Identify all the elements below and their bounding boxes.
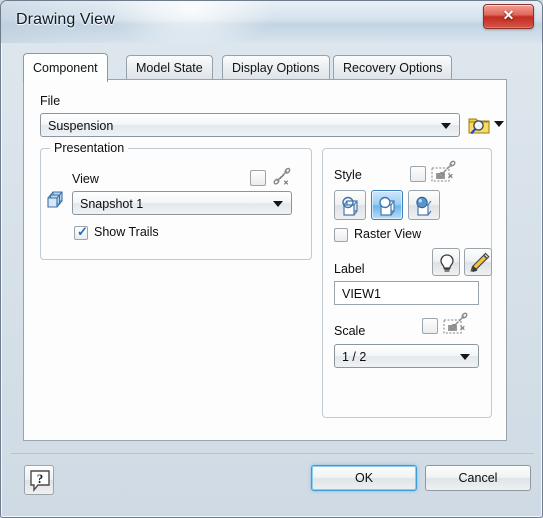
tab-recovery-options-label: Recovery Options [343,61,443,75]
folder-search-icon [468,118,490,135]
label-text-value: VIEW1 [342,287,381,301]
view-link-checkbox[interactable] [250,170,266,186]
title-bar: Drawing View ✕ [1,1,542,43]
cancel-button[interactable]: Cancel [425,465,531,491]
ok-button[interactable]: OK [311,465,417,491]
tab-model-state-label: Model State [136,61,203,75]
snapshot-combo-value: Snapshot 1 [80,197,144,211]
style-label: Style [334,168,362,182]
presentation-cube-icon [47,191,63,208]
tab-model-state[interactable]: Model State [126,55,213,80]
presentation-group-title: Presentation [50,141,129,155]
drawing-view-dialog: Drawing View ✕ Component Model State Dis… [0,0,543,518]
label-edit-button[interactable] [464,248,492,276]
tab-recovery-options[interactable]: Recovery Options [333,55,453,80]
component-tab-panel: File Suspension Presentation View Snapsh… [23,79,507,441]
raster-view-checkbox[interactable] [334,228,348,242]
wireframe-icon [342,196,358,216]
raster-view-label: Raster View [354,227,422,241]
window-title: Drawing View [16,11,115,28]
file-combo-value: Suspension [48,119,114,133]
chevron-down-icon [460,354,470,360]
lightbulb-icon [440,254,454,272]
file-combo[interactable]: Suspension [40,113,460,137]
broken-link-icon [273,167,291,185]
chevron-down-icon [441,123,451,129]
cancel-button-label: Cancel [458,471,498,485]
scale-link-checkbox[interactable] [422,318,438,334]
view-label: View [72,172,99,186]
help-icon: ? [30,470,50,492]
help-question-mark: ? [37,471,44,486]
shaded-style-button[interactable] [408,190,440,220]
show-trails-label: Show Trails [94,225,159,239]
shaded-icon [416,196,432,216]
wireframe-style-button[interactable] [334,190,366,220]
broken-link-rect-icon [443,312,468,334]
snapshot-combo[interactable]: Snapshot 1 [72,191,292,215]
file-browse-button[interactable] [466,112,492,138]
checkmark-icon: ✓ [77,224,88,239]
scale-combo-value: 1 / 2 [342,350,367,364]
file-label: File [40,94,61,108]
broken-link-rect-icon [431,160,456,182]
close-icon: ✕ [502,9,515,24]
tab-component[interactable]: Component [23,53,108,82]
close-button[interactable]: ✕ [483,4,534,29]
tab-display-options[interactable]: Display Options [222,55,330,80]
file-browse-dropdown-icon[interactable] [494,121,504,127]
pencil-icon [470,252,490,273]
hidden-line-icon [379,196,395,216]
label-section-label: Label [334,262,365,276]
tab-display-options-label: Display Options [232,61,320,75]
scale-combo[interactable]: 1 / 2 [334,344,479,368]
show-trails-checkbox[interactable]: ✓ [74,224,88,240]
hidden-line-style-button[interactable] [371,190,403,220]
ok-button-label: OK [354,471,374,485]
tab-component-label: Component [33,61,98,75]
dialog-content: Component Model State Display Options Re… [11,43,534,453]
label-text-input[interactable]: VIEW1 [334,281,479,305]
style-link-checkbox[interactable] [410,166,426,182]
help-button[interactable]: ? [24,465,54,495]
dialog-footer: ? ✓ OK Cancel [11,453,534,510]
scale-label: Scale [334,324,366,338]
chevron-down-icon [273,201,283,207]
label-visibility-button[interactable] [432,248,460,276]
